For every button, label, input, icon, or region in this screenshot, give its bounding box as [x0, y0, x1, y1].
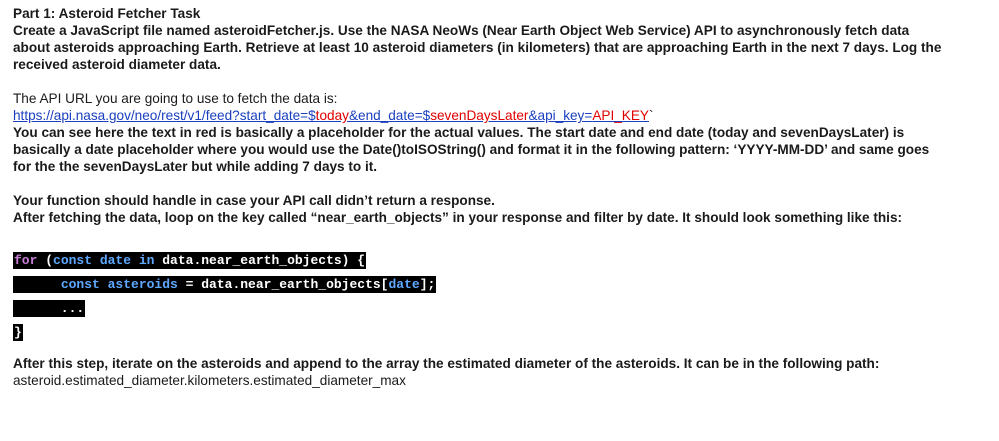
intro-line-2: about asteroids approaching Earth. Retri… [13, 40, 942, 55]
code-line-3: ... [13, 300, 993, 317]
url-placeholder-today: today [315, 108, 349, 123]
document-page: Part 1: Asteroid Fetcher Task Create a J… [13, 5, 993, 389]
code-line-4: } [13, 324, 993, 341]
code-closing-brace: } [13, 324, 23, 341]
url-tail: ` [648, 108, 654, 123]
task-heading: Part 1: Asteroid Fetcher Task [13, 6, 201, 21]
code-segment: for (const date in data.near_earth_objec… [13, 252, 367, 269]
handle-line-2: After fetching the data, loop on the key… [13, 210, 903, 225]
code-identifier: asteroids [99, 277, 178, 292]
intro-line-3: received asteroid diameter data. [13, 57, 221, 72]
api-url-line: https://api.nasa.gov/neo/rest/v1/feed?st… [13, 107, 993, 124]
url-part: https://api.nasa.gov/neo/rest/v1/feed?st… [13, 108, 316, 123]
handle-line-1: Your function should handle in case your… [13, 193, 495, 208]
api-url-link[interactable]: https://api.nasa.gov/neo/rest/v1/feed?st… [13, 108, 649, 123]
code-text: = data.near_earth_objects[ [177, 277, 389, 292]
url-placeholder-seven-days: sevenDaysLater [430, 108, 529, 123]
code-keyword-in: in [138, 253, 155, 268]
explain-line-3: for the the sevenDaysLater but while add… [13, 159, 378, 174]
code-identifier: date [388, 277, 420, 292]
intro-line-1: Create a JavaScript file named asteroidF… [13, 23, 910, 38]
code-text: data.near_earth_objects) { [154, 253, 366, 268]
after-line-1: After this step, iterate on the asteroid… [13, 356, 880, 371]
url-placeholder-api-key: API_KEY [592, 108, 649, 123]
url-part: &api_key= [528, 108, 593, 123]
code-identifier: date [92, 253, 139, 268]
code-line-1: for (const date in data.near_earth_objec… [13, 252, 993, 269]
explain-line-2: basically a date placeholder where you w… [13, 142, 930, 157]
after-line-2: asteroid.estimated_diameter.kilometers.e… [13, 373, 406, 388]
code-block: for (const date in data.near_earth_objec… [13, 252, 993, 341]
code-ellipsis: ... [13, 300, 86, 317]
api-intro: The API URL you are going to use to fetc… [13, 91, 338, 106]
explain-line-1: You can see here the text in red is basi… [13, 125, 905, 140]
code-text: ( [37, 253, 54, 268]
code-line-2: const asteroids = data.near_earth_object… [13, 276, 993, 293]
code-keyword-const: const [53, 253, 93, 268]
code-text: ]; [419, 277, 436, 292]
code-keyword-const: const [60, 277, 100, 292]
url-part: &end_date=$ [348, 108, 431, 123]
code-keyword-for: for [14, 253, 38, 268]
code-segment: const asteroids = data.near_earth_object… [13, 276, 437, 293]
